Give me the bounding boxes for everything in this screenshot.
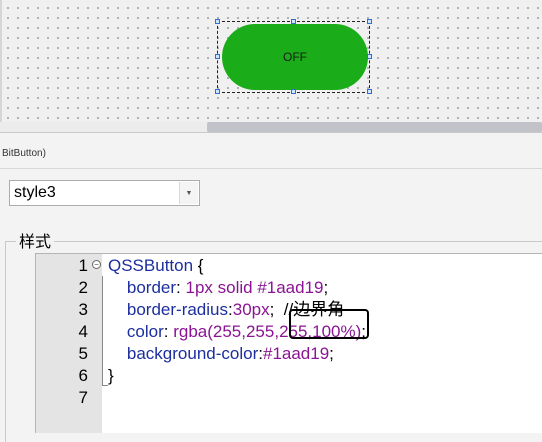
line-number: 1 bbox=[78, 256, 88, 275]
code-text: border: 1px solid #1aad19; bbox=[108, 277, 328, 299]
resize-handle-top-right[interactable] bbox=[367, 19, 372, 24]
resize-handle-left[interactable] bbox=[215, 54, 220, 59]
fold-toggle-icon[interactable]: − bbox=[92, 260, 101, 269]
code-token: ; bbox=[269, 300, 284, 319]
code-token: color bbox=[108, 322, 164, 341]
qss-code-editor[interactable]: 1− QSSButton {2 border: 1px solid #1aad19… bbox=[35, 253, 542, 433]
style-group-title: 样式 bbox=[16, 228, 55, 252]
code-text: background-color:#1aad19; bbox=[108, 343, 334, 365]
code-token: ; bbox=[329, 344, 334, 363]
code-token: 30px bbox=[232, 300, 270, 319]
code-text: QSSButton { bbox=[108, 255, 203, 277]
code-token: #1aad19 bbox=[262, 344, 330, 363]
style-select[interactable]: style3 ▼ bbox=[9, 180, 200, 206]
code-token: border-radius bbox=[108, 300, 228, 319]
fold-guide-end bbox=[102, 385, 108, 386]
resize-handle-bottom-left[interactable] bbox=[215, 89, 220, 94]
chevron-down-icon[interactable]: ▼ bbox=[179, 182, 198, 204]
code-token: } bbox=[108, 366, 114, 385]
code-token: { bbox=[193, 256, 204, 275]
code-token: background-color bbox=[108, 344, 259, 363]
selection-frame bbox=[217, 21, 370, 93]
divider bbox=[0, 168, 542, 169]
code-token: : bbox=[163, 322, 174, 341]
fold-guide bbox=[102, 276, 103, 386]
code-token: : bbox=[176, 278, 186, 297]
resize-handle-right[interactable] bbox=[367, 54, 372, 59]
style-select-value: style3 bbox=[14, 184, 56, 201]
resize-handle-top-left[interactable] bbox=[215, 19, 220, 24]
code-token: 1px solid #1aad19 bbox=[185, 278, 324, 297]
line-number: 4 bbox=[78, 322, 88, 341]
designer-canvas[interactable]: OFF bbox=[0, 0, 542, 133]
code-token: border bbox=[108, 278, 177, 297]
code-text: } bbox=[108, 365, 114, 387]
line-number: 2 bbox=[78, 278, 88, 297]
highlight-box bbox=[289, 309, 369, 339]
resize-handle-bottom[interactable] bbox=[291, 89, 296, 94]
code-token: ; bbox=[323, 278, 329, 297]
code-token: QSSButton bbox=[108, 256, 194, 275]
line-number: 3 bbox=[78, 300, 88, 319]
line-number: 5 bbox=[78, 344, 88, 363]
line-number: 7 bbox=[78, 388, 88, 407]
resize-handle-top[interactable] bbox=[291, 19, 296, 24]
canvas-edge bbox=[0, 0, 2, 132]
resize-handle-bottom-right[interactable] bbox=[367, 89, 372, 94]
line-number: 6 bbox=[78, 366, 88, 385]
designer-scrollbar-thumb[interactable] bbox=[207, 122, 542, 132]
class-name-label: BitButton) bbox=[2, 148, 46, 159]
